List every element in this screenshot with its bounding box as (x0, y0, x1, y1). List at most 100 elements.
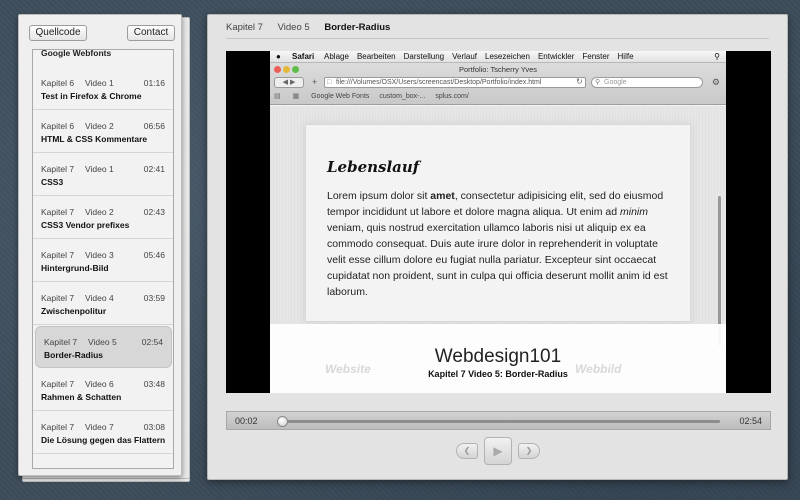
browser-toolbar: Portfolio: Tscherry Yves ◀ ▶ + □ file://… (270, 63, 726, 105)
list-item-chapter: Kapitel 7 (41, 250, 75, 260)
transport-controls: ❮ ▶ ❯ (456, 437, 540, 465)
list-item-title: Test in Firefox & Chrome (41, 91, 142, 101)
video-list[interactable]: Google Webfonts Kapitel 6 Video 1 01:16 Tes… (32, 49, 174, 469)
breadcrumb-video: Video 5 (277, 22, 310, 33)
seek-handle[interactable] (277, 416, 289, 427)
video-player[interactable]: ● Safari Ablage Bearbeiten Darstellung Verl… (226, 51, 771, 393)
list-item[interactable]: Kapitel 7 Video 4 03:59 Zwischenpolitur (33, 283, 173, 325)
list-item-title: Die Lösung gegen das Flattern (41, 435, 166, 445)
list-item-video: Video 1 (85, 78, 114, 88)
header-divider (226, 38, 769, 39)
list-item-video: Video 2 (85, 207, 114, 217)
list-item[interactable]: Kapitel 7 Video 7 03:08 Die Lösung gegen da… (33, 412, 173, 454)
paragraph-bold: amet (430, 190, 455, 202)
sidebar: Quellcode Contact Google Webfonts Kapite… (18, 14, 190, 484)
seek-bar[interactable]: 00:02 02:54 (226, 411, 771, 430)
mac-menubar: ● Safari Ablage Bearbeiten Darstellung Verl… (270, 51, 726, 63)
browser-search-field: ⚲ Google (591, 77, 703, 88)
webpage: Lebenslauf Lorem ipsum dolor sit amet, c… (270, 106, 726, 393)
list-item-chapter: Kapitel 7 (41, 422, 75, 432)
list-item-title: Hintergrund-Bild (41, 263, 109, 273)
list-item-duration: 03:59 (143, 293, 165, 303)
address-bar: □ file:///Volumes/OSX/Users/screencast/D… (324, 77, 586, 88)
list-item[interactable]: Kapitel 6 Video 1 01:16 Test in Firefox & C… (33, 68, 173, 110)
list-item-title: Zwischenpolitur (41, 306, 107, 316)
list-item-video: Video 4 (85, 293, 114, 303)
play-button[interactable]: ▶ (484, 437, 512, 465)
next-button[interactable]: ❯ (518, 443, 540, 459)
card-paragraph: Lorem ipsum dolor sit amet, consectetur … (327, 188, 677, 300)
play-icon: ▶ (493, 444, 503, 458)
search-icon: ⚲ (595, 79, 601, 86)
list-item-duration: 06:56 (143, 121, 165, 131)
seek-track[interactable] (277, 416, 720, 427)
bookmark-item: custom_box-... (379, 93, 426, 100)
chevron-left-icon: ❮ (463, 446, 471, 455)
apple-icon: ● (276, 52, 281, 61)
contact-button[interactable]: Contact (127, 25, 175, 41)
page-icon: □ (327, 79, 332, 86)
menubar-item: Darstellung (403, 52, 445, 61)
list-item[interactable]: Kapitel 7 Video 2 02:43 CSS3 Vendor prefixe… (33, 197, 173, 239)
list-item[interactable]: Kapitel 7 Video 5 02:54 Border-Radius (35, 326, 172, 368)
list-item-chapter: Kapitel 7 (41, 164, 75, 174)
list-item-chapter: Kapitel 7 (41, 293, 75, 303)
breadcrumb: Kapitel 7 Video 5 Border-Radius (226, 22, 402, 33)
menubar-item: Lesezeichen (485, 52, 530, 61)
list-item-chapter: Kapitel 6 (41, 78, 75, 88)
menubar-item: Verlauf (452, 52, 478, 61)
list-item[interactable]: Kapitel 7 Video 3 05:46 Hintergrund-Bild (33, 240, 173, 282)
list-item-title: CSS3 Vendor prefixes (41, 220, 130, 230)
sidebar-card: Quellcode Contact Google Webfonts Kapite… (18, 14, 182, 476)
menubar-item: Entwickler (537, 52, 575, 61)
breadcrumb-chapter: Kapitel 7 (226, 22, 263, 33)
list-item-chapter: Kapitel 7 (41, 207, 75, 217)
list-item-title: Border-Radius (44, 350, 104, 360)
source-code-button[interactable]: Quellcode (29, 25, 87, 41)
brand-name: Webdesign101 (434, 346, 562, 367)
list-item[interactable]: Kapitel 6 Video 2 06:56 HTML & CSS Kommenta… (33, 111, 173, 153)
main-panel: Kapitel 7 Video 5 Border-Radius ● Safari… (207, 14, 788, 480)
bookmark-item: splus.com/ (435, 93, 469, 100)
elapsed-time: 00:02 (235, 416, 258, 426)
list-item-video: Video 5 (88, 337, 117, 347)
book-icon: ▤ (274, 93, 281, 100)
reload-icon: ↻ (576, 77, 583, 86)
list-item-duration: 05:46 (143, 250, 165, 260)
bookmarks-bar: ▤ ▦ Google Web Fonts custom_box-... splus.… (274, 92, 479, 100)
address-url: file:///Volumes/OSX/Users/screencast/Des… (336, 79, 542, 86)
list-item-title: Rahmen & Schatten (41, 392, 122, 402)
menubar-item: Hilfe (617, 52, 634, 61)
menubar-items: Safari Ablage Bearbeiten Darstellung Verlau… (292, 51, 642, 63)
list-item-video: Video 7 (85, 422, 114, 432)
list-item-duration: 02:41 (143, 164, 165, 174)
paragraph-text: veniam, quis nostrud exercitation ullamc… (327, 222, 668, 298)
list-item[interactable]: Kapitel 7 Video 1 02:41 CSS3 (33, 154, 173, 196)
paragraph-italic: minim (620, 206, 649, 218)
chevron-right-icon: ❯ (525, 446, 533, 455)
card-heading: Lebenslauf (327, 158, 420, 176)
gear-icon: ⚙ (711, 77, 720, 87)
total-time: 02:54 (739, 416, 762, 426)
list-item-chapter: Kapitel 7 (44, 337, 78, 347)
screencast-frame: ● Safari Ablage Bearbeiten Darstellung Verl… (270, 51, 726, 393)
menubar-item: Ablage (324, 52, 349, 61)
list-item-duration: 01:16 (143, 78, 165, 88)
menubar-item: Bearbeiten (356, 52, 396, 61)
list-item-video: Video 6 (85, 379, 114, 389)
menubar-app-name: Safari (292, 52, 315, 61)
list-item-video: Video 1 (85, 164, 114, 174)
list-item[interactable]: Kapitel 7 Video 6 03:48 Rahmen & Schatten (33, 369, 173, 411)
list-item-video: Video 3 (85, 250, 114, 260)
bookmark-item: Google Web Fonts (311, 93, 370, 100)
grid-icon: ▦ (292, 93, 300, 100)
list-item-title: Google Webfonts (41, 49, 112, 58)
list-item-video: Video 2 (85, 121, 114, 131)
list-item-title: HTML & CSS Kommentare (41, 134, 148, 144)
plus-icon: + (312, 77, 318, 87)
brand-footer: Website Webbild Webdesign101 Kapitel 7 V… (270, 324, 726, 393)
spotlight-icon: ⚲ (714, 52, 720, 61)
browser-search-placeholder: Google (604, 79, 627, 86)
page-title: Border-Radius (324, 22, 391, 33)
previous-button[interactable]: ❮ (456, 443, 478, 459)
